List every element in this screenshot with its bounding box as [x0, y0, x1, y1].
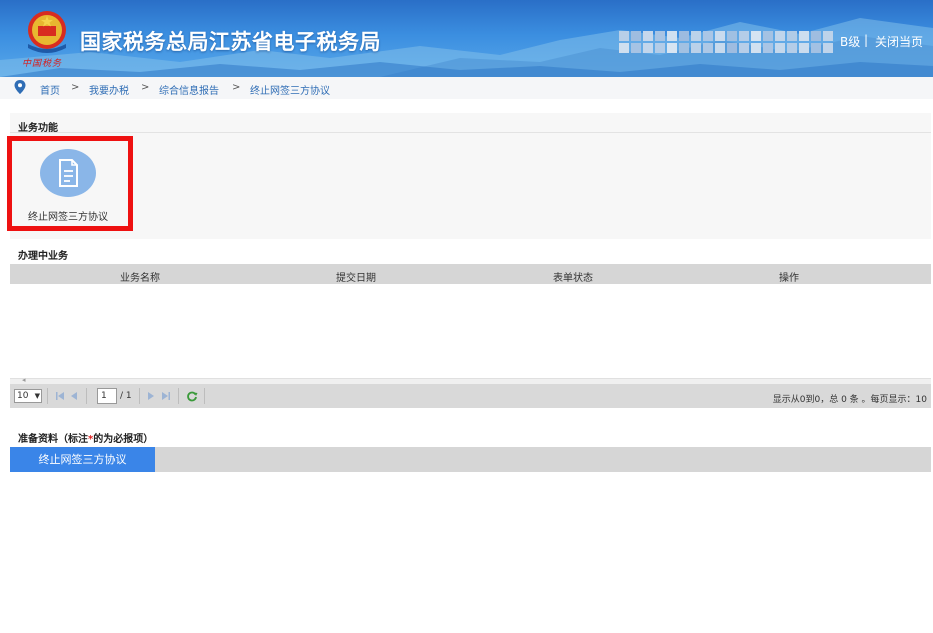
in-progress-table-body [10, 284, 931, 378]
breadcrumb-tax-services[interactable]: 我要办税 [89, 82, 129, 97]
page-size-select[interactable]: 10 ▼ [14, 389, 42, 403]
last-page-icon[interactable] [160, 388, 172, 404]
pagination-bar: 10 ▼ 1 / 1 显示从0到0，总 0 条 。每页显示：10 [10, 384, 931, 408]
column-header-form-status: 表单状态 [553, 273, 593, 284]
first-page-icon[interactable] [54, 388, 66, 404]
pager-divider [178, 388, 179, 404]
total-pages-text: / 1 [120, 391, 132, 401]
blurred-username [618, 30, 840, 53]
column-header-submit-date: 提交日期 [336, 273, 376, 284]
preparation-title: 准备资料（标注*的为必报项） [18, 430, 153, 445]
chevron-down-icon: ▼ [34, 392, 40, 400]
location-pin-icon [14, 80, 26, 94]
column-header-actions: 操作 [779, 273, 799, 284]
preparation-tabs-bar: 终止网签三方协议 [10, 447, 931, 472]
preparation-title-suffix: 的为必报项） [93, 434, 154, 445]
site-title: 国家税务总局江苏省电子税务局 [80, 30, 381, 54]
red-highlight-box [7, 136, 133, 231]
previous-page-icon[interactable] [68, 388, 80, 404]
pager-divider [47, 388, 48, 404]
breadcrumb-info-report[interactable]: 综合信息报告 [159, 82, 219, 97]
scroll-left-arrow-icon[interactable]: ◂ [22, 376, 26, 384]
section-divider [10, 132, 931, 133]
breadcrumb-current: 终止网签三方协议 [250, 86, 330, 97]
pager-divider [204, 388, 205, 404]
refresh-icon[interactable] [186, 388, 198, 404]
breadcrumb-separator: > [232, 82, 241, 93]
next-page-icon[interactable] [145, 388, 157, 404]
breadcrumb-home[interactable]: 首页 [40, 82, 60, 97]
breadcrumb: 首页 > 我要办税 > 综合信息报告 > 终止网签三方协议 [0, 77, 933, 99]
national-emblem-icon [28, 11, 66, 53]
close-page-link[interactable]: 关闭当页 [875, 33, 923, 50]
header-separator: | [864, 33, 869, 47]
tab-terminate-agreement[interactable]: 终止网签三方协议 [10, 447, 155, 472]
page-size-value: 10 [17, 391, 29, 401]
column-header-business-name: 业务名称 [120, 273, 160, 284]
current-page-input[interactable]: 1 [97, 388, 117, 404]
pager-divider [86, 388, 87, 404]
in-progress-title: 办理中业务 [18, 251, 68, 262]
user-credit-level: B级 [840, 35, 861, 49]
preparation-title-prefix: 准备资料（标注 [18, 434, 88, 445]
pagination-info: 显示从0到0，总 0 条 。每页显示：10 [772, 395, 927, 405]
slogan-text: 中国税务 [22, 59, 63, 69]
in-progress-table-header: 业务名称 提交日期 表单状态 操作 [10, 264, 931, 284]
pager-divider [139, 388, 140, 404]
breadcrumb-separator: > [71, 82, 80, 93]
site-header: 中国税务 国家税务总局江苏省电子税务局 B级 | 关闭当页 [0, 0, 933, 77]
breadcrumb-separator: > [141, 82, 150, 93]
